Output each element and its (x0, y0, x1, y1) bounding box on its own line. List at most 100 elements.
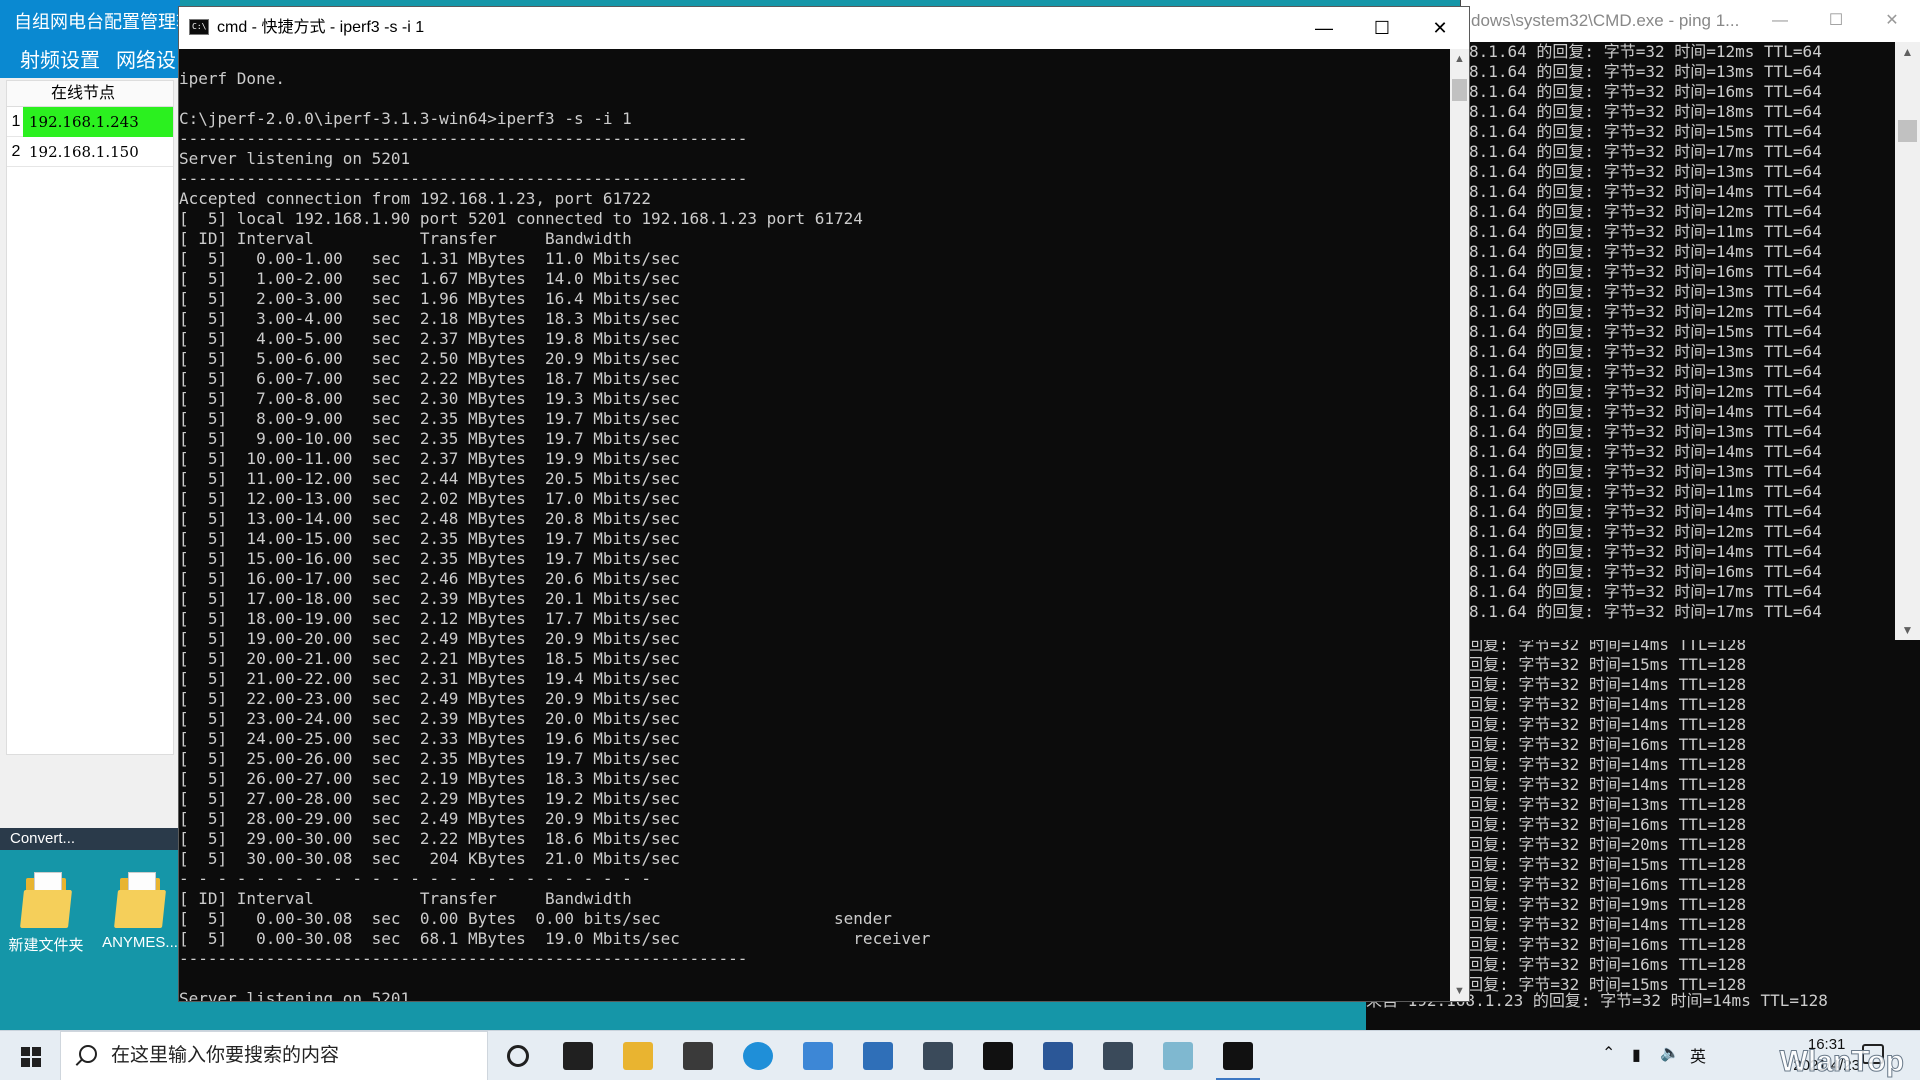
console-line: [ 5] 16.00-17.00 sec 2.46 MBytes 20.6 Mb… (179, 569, 680, 588)
maximize-icon[interactable]: ☐ (1353, 7, 1411, 49)
console-line: [ 5] 30.00-30.08 sec 204 KBytes 21.0 Mbi… (179, 849, 680, 868)
menu-rf-settings[interactable]: 射频设置 (20, 50, 100, 72)
table-header: 在线节点 (7, 81, 173, 107)
iperf-cmd-window[interactable]: C:\ cmd - 快捷方式 - iperf3 -s -i 1 — ☐ ✕ ip… (178, 6, 1470, 1002)
console-line: [ 5] 29.00-30.00 sec 2.22 MBytes 18.6 Mb… (179, 829, 680, 848)
maximize-icon[interactable]: ☐ (1808, 0, 1864, 42)
desktop-icon-new-folder[interactable]: 新建文件夹 (2, 872, 90, 955)
console-line: [ 5] 25.00-26.00 sec 2.35 MBytes 19.7 Mb… (179, 749, 680, 768)
scrollbar[interactable]: ▲ ▼ (1895, 42, 1920, 640)
taskbar-app-button[interactable] (488, 1031, 548, 1080)
windows-logo-icon (21, 1047, 41, 1067)
console-line: [ 5] 4.00-5.00 sec 2.37 MBytes 19.8 Mbit… (179, 329, 680, 348)
remote-app-icon (923, 1042, 953, 1070)
scrollbar[interactable]: ▲ ▼ (1450, 49, 1469, 1001)
close-icon[interactable]: ✕ (1864, 0, 1920, 42)
taskbar-app-button[interactable] (908, 1031, 968, 1080)
search-icon (79, 1045, 97, 1063)
scroll-down-icon[interactable]: ▼ (1450, 981, 1469, 1001)
taskbar-app-button[interactable] (848, 1031, 908, 1080)
taskbar-search[interactable]: 在这里输入你要搜索的内容 (60, 1031, 488, 1080)
taskbar-app-button[interactable] (968, 1031, 1028, 1080)
minimize-icon[interactable]: — (1752, 0, 1808, 42)
ime-indicator[interactable]: 英 (1690, 1043, 1706, 1067)
console-line: 8.1.64 的回复: 字节=32 时间=17ms TTL=64 (1469, 142, 1822, 161)
close-icon[interactable]: ✕ (1411, 7, 1469, 49)
window-titlebar[interactable]: C:\ cmd - 快捷方式 - iperf3 -s -i 1 — ☐ ✕ (179, 7, 1469, 49)
console-line: 8.1.64 的回复: 字节=32 时间=13ms TTL=64 (1469, 422, 1822, 441)
minimize-icon[interactable]: — (1295, 7, 1353, 49)
console-line: 8.1.64 的回复: 字节=32 时间=12ms TTL=64 (1469, 522, 1822, 541)
taskbar-app-button[interactable] (548, 1031, 608, 1080)
console-line: 8.1.64 的回复: 字节=32 时间=18ms TTL=64 (1469, 102, 1822, 121)
console-line: ----------------------------------------… (179, 949, 748, 968)
console-line: [ 5] 21.00-22.00 sec 2.31 MBytes 19.4 Mb… (179, 669, 680, 688)
console-line: [ 5] 17.00-18.00 sec 2.39 MBytes 20.1 Mb… (179, 589, 680, 608)
taskbar-app-button[interactable] (608, 1031, 668, 1080)
taskbar-app-button[interactable] (1148, 1031, 1208, 1080)
console-line: ----------------------------------------… (179, 129, 748, 148)
console-line: 8.1.64 的回复: 字节=32 时间=12ms TTL=64 (1469, 302, 1822, 321)
scroll-up-icon[interactable]: ▲ (1450, 49, 1469, 69)
taskbar-app-button[interactable] (728, 1031, 788, 1080)
volume-icon[interactable]: 🔈 (1660, 1043, 1680, 1063)
scroll-thumb[interactable] (1898, 120, 1917, 142)
window-titlebar[interactable]: dows\system32\CMD.exe - ping 1... — ☐ ✕ (1461, 0, 1920, 42)
scroll-up-icon[interactable]: ▲ (1895, 42, 1920, 62)
table-row[interactable]: 2 192.168.1.150 (7, 137, 173, 167)
console-line: [ 5] 13.00-14.00 sec 2.48 MBytes 20.8 Mb… (179, 509, 680, 528)
online-nodes-table: 在线节点 1 192.168.1.243 2 192.168.1.150 (6, 80, 174, 755)
console-line: - - - - - - - - - - - - - - - - - - - - … (179, 869, 652, 888)
convert-taskbar-item[interactable]: Convert... (0, 828, 180, 850)
system-tray: ⌃ ▮ 🔈 英 16:31 2021/4/23 WlanTop (1590, 1031, 1920, 1080)
battery-icon[interactable]: ▮ (1632, 1045, 1641, 1065)
console-line: [ 5] 14.00-15.00 sec 2.35 MBytes 19.7 Mb… (179, 529, 680, 548)
console-line: 8.1.64 的回复: 字节=32 时间=13ms TTL=64 (1469, 362, 1822, 381)
app-menu: 射频设置 网络设 (0, 44, 180, 78)
console-line: 8.1.64 的回复: 字节=32 时间=13ms TTL=64 (1469, 162, 1822, 181)
taskbar-app-button[interactable] (1028, 1031, 1088, 1080)
search-placeholder: 在这里输入你要搜索的内容 (111, 1045, 340, 1066)
console-line: [ 5] 0.00-30.08 sec 68.1 MBytes 19.0 Mbi… (179, 929, 931, 948)
taskbar-app-button[interactable] (788, 1031, 848, 1080)
start-button[interactable] (0, 1031, 60, 1080)
console-line: [ 5] 22.00-23.00 sec 2.49 MBytes 20.9 Mb… (179, 689, 680, 708)
table-row[interactable]: 1 192.168.1.243 (7, 107, 173, 137)
taskbar: 在这里输入你要搜索的内容 ⌃ ▮ 🔈 英 16:31 2021/4/23 Wla… (0, 1030, 1920, 1080)
console-line: [ 5] 19.00-20.00 sec 2.49 MBytes 20.9 Mb… (179, 629, 680, 648)
menu-network-settings[interactable]: 网络设 (116, 50, 176, 72)
console-line: [ 5] 15.00-16.00 sec 2.35 MBytes 19.7 Mb… (179, 549, 680, 568)
ping-output: 8.1.64 的回复: 字节=32 时间=12ms TTL=64 8.1.64 的… (1461, 42, 1896, 640)
console-line: [ 5] 11.00-12.00 sec 2.44 MBytes 20.5 Mb… (179, 469, 680, 488)
scroll-down-icon[interactable]: ▼ (1895, 620, 1920, 640)
console-line: 8.1.64 的回复: 字节=32 时间=14ms TTL=64 (1469, 502, 1822, 521)
console-line: [ 5] 27.00-28.00 sec 2.29 MBytes 19.2 Mb… (179, 789, 680, 808)
ping-console-window[interactable]: dows\system32\CMD.exe - ping 1... — ☐ ✕ … (1460, 0, 1920, 640)
node-ip: 192.168.1.150 (29, 143, 139, 161)
remote-app-2-icon (1103, 1042, 1133, 1070)
console-line: [ 5] 20.00-21.00 sec 2.21 MBytes 18.5 Mb… (179, 649, 680, 668)
console-line: Server listening on 5201 (179, 149, 411, 168)
console-line: [ 5] 28.00-29.00 sec 2.49 MBytes 20.9 Mb… (179, 809, 680, 828)
taskbar-app-button[interactable] (668, 1031, 728, 1080)
console-line: 8.1.64 的回复: 字节=32 时间=17ms TTL=64 (1469, 582, 1822, 601)
console-line: 8.1.64 的回复: 字节=32 时间=13ms TTL=64 (1469, 342, 1822, 361)
taskbar-app-button[interactable] (1208, 1031, 1268, 1080)
task-view-icon (563, 1042, 593, 1070)
console-line: 8.1.64 的回复: 字节=32 时间=11ms TTL=64 (1469, 222, 1822, 241)
console-line: 8.1.64 的回复: 字节=32 时间=12ms TTL=64 (1469, 382, 1822, 401)
console-line: Accepted connection from 192.168.1.23, p… (179, 189, 652, 208)
console-line: iperf Done. (179, 69, 285, 88)
scroll-thumb[interactable] (1452, 79, 1467, 101)
console-line: [ 5] 9.00-10.00 sec 2.35 MBytes 19.7 Mbi… (179, 429, 680, 448)
console-line: 8.1.64 的回复: 字节=32 时间=14ms TTL=64 (1469, 542, 1822, 561)
chevron-up-icon[interactable]: ⌃ (1602, 1043, 1615, 1063)
window-title: dows\system32\CMD.exe - ping 1... (1471, 11, 1740, 30)
taskbar-app-button[interactable] (1088, 1031, 1148, 1080)
tool-icon (1163, 1042, 1193, 1070)
desktop-icon-label: ANYMES... (102, 934, 178, 951)
console-line: [ 5] 6.00-7.00 sec 2.22 MBytes 18.7 Mbit… (179, 369, 680, 388)
desktop-icon-anymes[interactable]: ANYMES... (96, 872, 184, 951)
console-line: [ 5] 3.00-4.00 sec 2.18 MBytes 18.3 Mbit… (179, 309, 680, 328)
folder-icon (20, 872, 72, 928)
